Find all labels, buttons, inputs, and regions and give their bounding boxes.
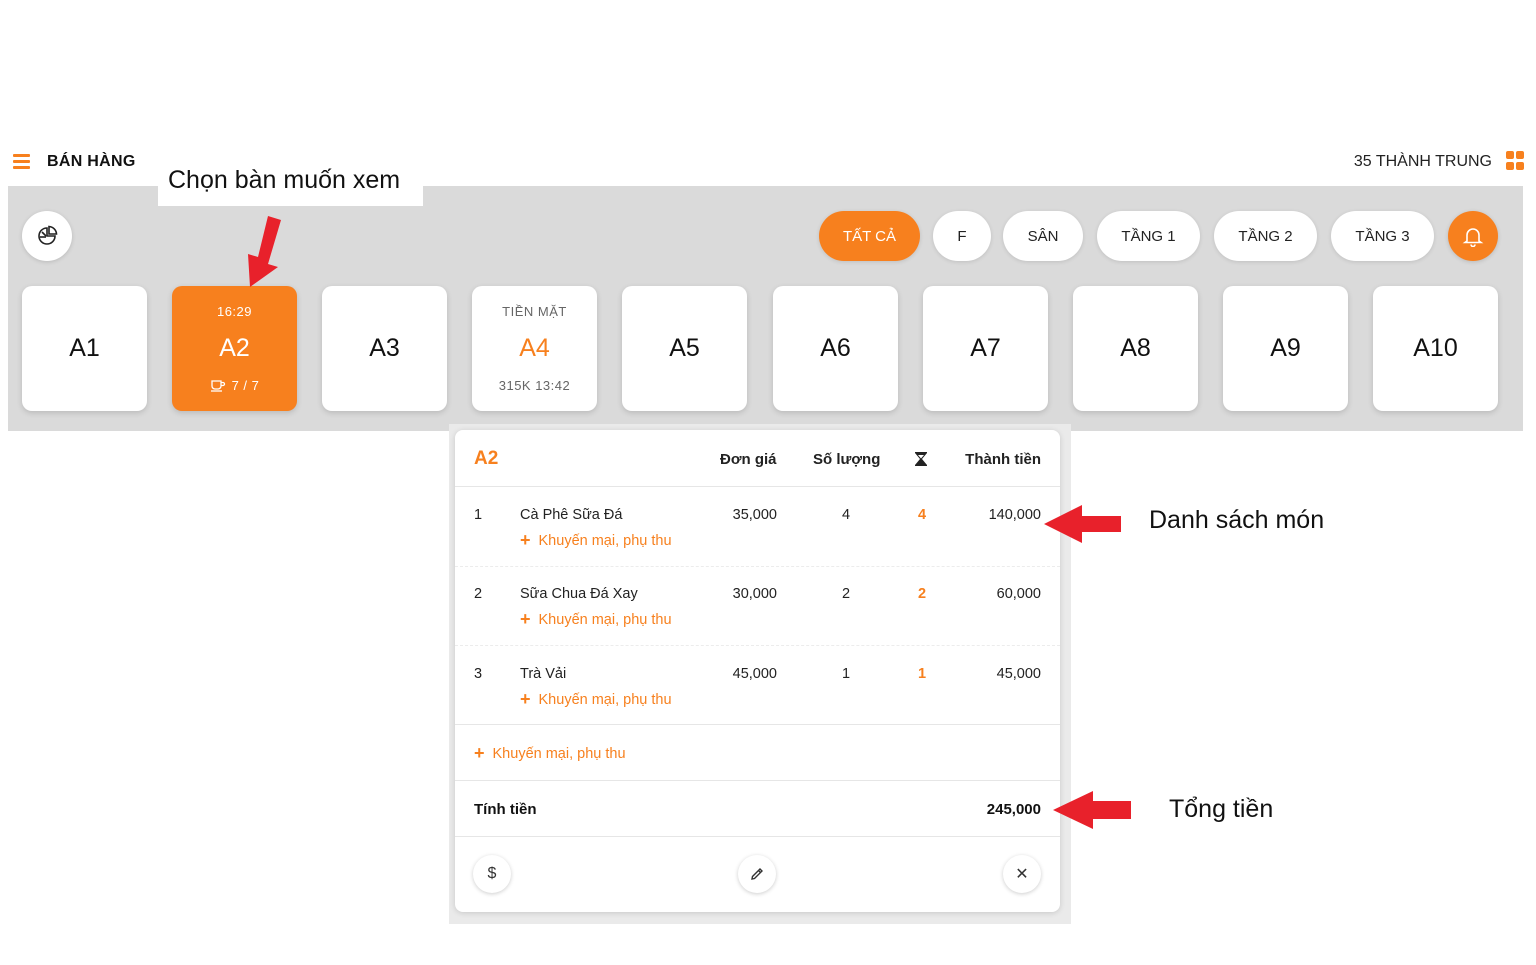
left-arrow-annotation-icon	[1044, 505, 1121, 543]
item-price: 45,000	[732, 666, 777, 682]
hamburger-menu-icon[interactable]	[12, 151, 32, 171]
table-card-a4[interactable]: TIỀN MẶT A4 315K 13:42	[472, 286, 597, 411]
table-name: A5	[669, 334, 700, 362]
plus-icon: +	[520, 609, 531, 629]
pencil-icon	[751, 868, 763, 880]
item-pending: 1	[917, 666, 927, 682]
cup-icon	[210, 380, 225, 392]
table-name: A4	[519, 334, 550, 362]
divider	[455, 836, 1060, 837]
table-card-a9[interactable]: A9	[1223, 286, 1348, 411]
divider	[455, 780, 1060, 781]
item-amount: 140,000	[988, 507, 1041, 523]
filter-tang-2[interactable]: TẦNG 2	[1214, 211, 1317, 261]
dollar-icon: $	[487, 865, 497, 882]
item-qty: 4	[841, 507, 851, 523]
table-name: A6	[820, 334, 851, 362]
annotation-total: Tổng tiền	[1169, 795, 1274, 823]
order-table-name: A2	[474, 448, 499, 469]
order-header: A2 Đơn giá Số lượng Thành tiền	[455, 430, 1060, 487]
promo-label: Khuyến mại, phụ thu	[492, 746, 626, 762]
promo-label: Khuyến mại, phụ thu	[538, 612, 672, 628]
table-card-a8[interactable]: A8	[1073, 286, 1198, 411]
item-amount: 60,000	[996, 586, 1041, 602]
table-name: A7	[970, 334, 1001, 362]
plus-icon: +	[520, 530, 531, 550]
table-card-a5[interactable]: A5	[622, 286, 747, 411]
table-name: A10	[1413, 334, 1458, 362]
left-arrow-annotation-icon	[1053, 791, 1131, 829]
item-no: 2	[474, 586, 483, 602]
filter-tang-1[interactable]: TẦNG 1	[1097, 211, 1200, 261]
item-amount: 45,000	[996, 666, 1041, 682]
table-card-a3[interactable]: A3	[322, 286, 447, 411]
close-button[interactable]: ✕	[1003, 855, 1041, 893]
col-amount: Thành tiền	[965, 451, 1041, 468]
table-name: A8	[1120, 334, 1151, 362]
items-count-text: 7 / 7	[231, 378, 260, 393]
item-name: Sữa Chua Đá Xay	[520, 586, 638, 602]
col-quantity: Số lượng	[813, 451, 881, 468]
edit-button[interactable]	[738, 855, 776, 893]
col-unit-price: Đơn giá	[720, 451, 777, 468]
table-amount-time: 315K 13:42	[498, 378, 571, 393]
order-item-row[interactable]: 1 Cà Phê Sữa Đá 35,000 4 4 140,000 + Khuy…	[455, 487, 1060, 567]
table-card-a6[interactable]: A6	[773, 286, 898, 411]
annotation-select-table: Chọn bàn muốn xem	[158, 158, 423, 206]
item-no: 1	[474, 507, 483, 523]
item-promo-link[interactable]: + Khuyến mại, phụ thu	[520, 530, 672, 551]
report-chart-button[interactable]	[22, 211, 72, 261]
order-item-row[interactable]: 2 Sữa Chua Đá Xay 30,000 2 2 60,000 + Khu…	[455, 566, 1060, 646]
bell-icon	[1462, 228, 1484, 247]
table-time: 16:29	[216, 304, 253, 319]
filter-all[interactable]: TẤT CẢ	[819, 211, 920, 261]
total-value: 245,000	[986, 801, 1041, 818]
item-qty: 2	[841, 586, 851, 602]
table-name: A3	[369, 334, 400, 362]
hourglass-icon	[914, 451, 928, 471]
item-qty: 1	[841, 666, 851, 682]
table-items-count: 7 / 7	[172, 378, 297, 393]
table-card-a7[interactable]: A7	[923, 286, 1048, 411]
item-price: 30,000	[732, 586, 777, 602]
item-pending: 4	[917, 507, 927, 523]
close-icon: ✕	[1015, 866, 1029, 883]
table-selection-panel: TẤT CẢ F SÂN TẦNG 1 TẦNG 2 TẦNG 3 A1 16:…	[8, 186, 1523, 431]
table-name: A1	[69, 334, 100, 362]
table-name: A2	[219, 334, 250, 362]
order-promo-link[interactable]: + Khuyến mại, phụ thu	[474, 743, 626, 764]
table-card-a2[interactable]: 16:29 A2 7 / 7	[172, 286, 297, 411]
total-label: Tính tiền	[474, 801, 537, 818]
filter-f[interactable]: F	[933, 211, 991, 261]
item-name: Cà Phê Sữa Đá	[520, 507, 623, 523]
item-price: 35,000	[732, 507, 777, 523]
item-promo-link[interactable]: + Khuyến mại, phụ thu	[520, 689, 672, 710]
filter-tang-3[interactable]: TẦNG 3	[1331, 211, 1434, 261]
payment-method: TIỀN MẶT	[502, 304, 567, 319]
annotation-items-list: Danh sách món	[1149, 506, 1325, 534]
store-name[interactable]: 35 THÀNH TRUNG	[1354, 153, 1492, 171]
plus-icon: +	[474, 743, 485, 763]
notification-button[interactable]	[1448, 211, 1498, 261]
divider	[455, 724, 1060, 725]
table-card-a10[interactable]: A10	[1373, 286, 1498, 411]
down-arrow-annotation-icon	[248, 216, 281, 287]
table-name: A9	[1270, 334, 1301, 362]
item-pending: 2	[917, 586, 927, 602]
item-no: 3	[474, 666, 483, 682]
item-promo-link[interactable]: + Khuyến mại, phụ thu	[520, 609, 672, 630]
item-name: Trà Vải	[520, 666, 567, 682]
table-card-a1[interactable]: A1	[22, 286, 147, 411]
order-item-row[interactable]: 3 Trà Vải 45,000 1 1 45,000 + Khuyến mại,…	[455, 646, 1060, 726]
payment-button[interactable]: $	[473, 855, 511, 893]
plus-icon: +	[520, 689, 531, 709]
page-title: BÁN HÀNG	[47, 153, 136, 170]
filter-san[interactable]: SÂN	[1003, 211, 1083, 261]
promo-label: Khuyến mại, phụ thu	[538, 533, 672, 549]
pie-chart-icon	[38, 225, 58, 245]
promo-label: Khuyến mại, phụ thu	[538, 692, 672, 708]
order-detail-card: A2 Đơn giá Số lượng Thành tiền 1 Cà Phê …	[455, 430, 1060, 912]
grid-icon[interactable]	[1506, 151, 1526, 171]
